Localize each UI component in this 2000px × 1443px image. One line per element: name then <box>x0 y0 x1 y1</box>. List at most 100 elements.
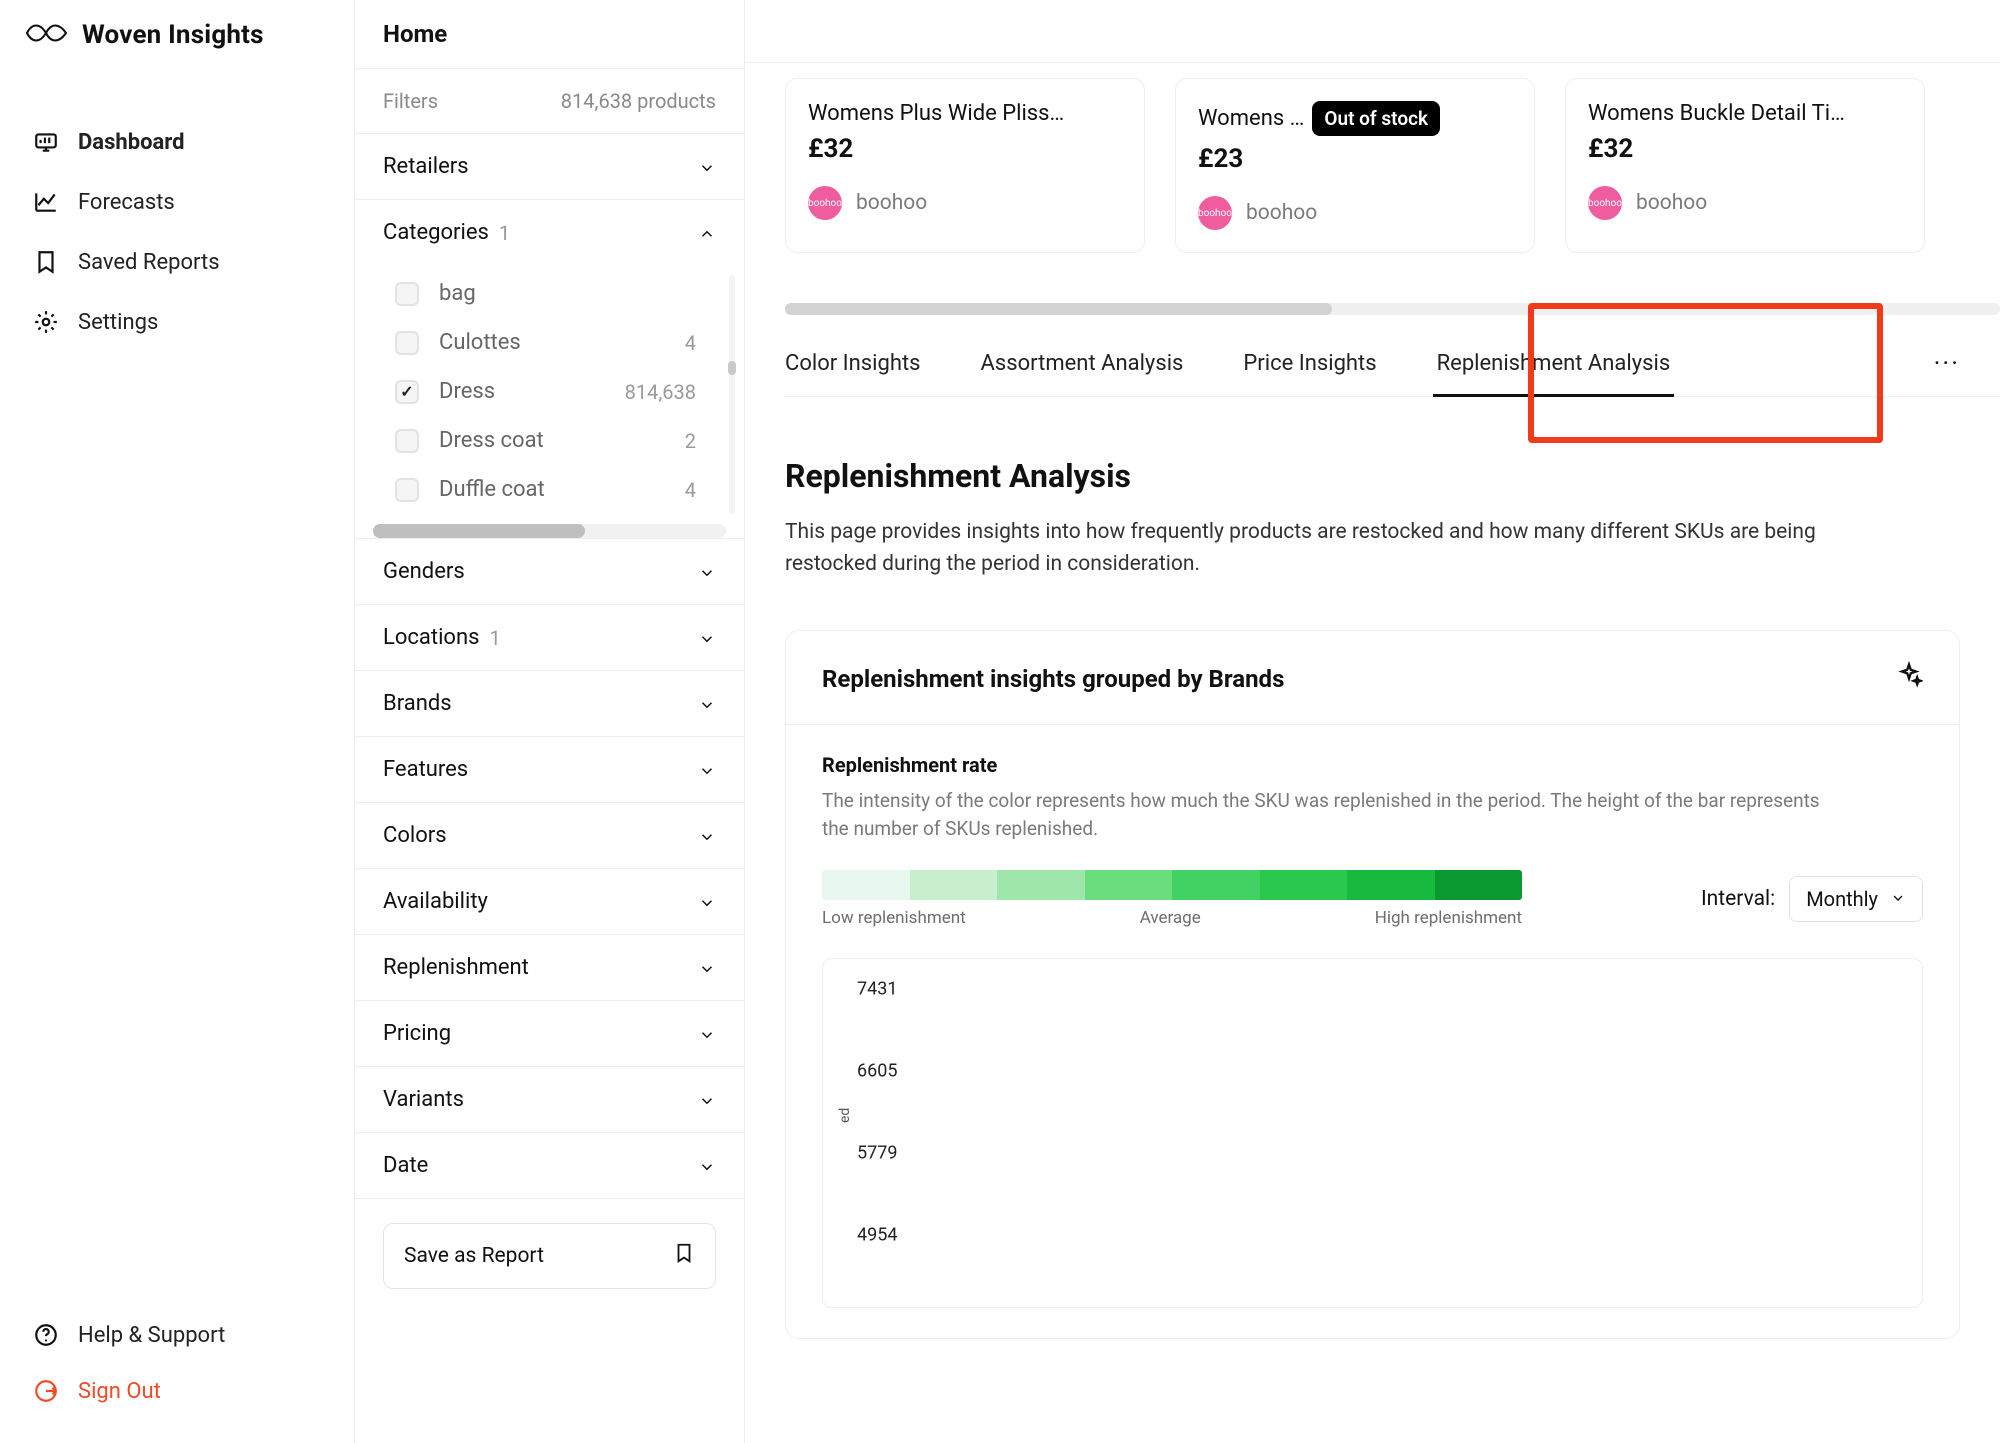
category-item-duffle-coat[interactable]: Duffle coat 4 <box>355 465 744 514</box>
chevron-down-icon <box>698 1091 716 1109</box>
tab-color-insights[interactable]: Color Insights <box>785 331 921 396</box>
product-title: Womens Buckle Detail Ti… <box>1588 101 1845 126</box>
chevron-down-icon <box>698 695 716 713</box>
nav-help[interactable]: Help & Support <box>24 1307 330 1363</box>
retailer-logo-icon: boohoo <box>1198 196 1232 230</box>
filter-brands-head[interactable]: Brands <box>355 671 744 736</box>
filter-retailers: Retailers <box>355 134 744 200</box>
category-item-culottes[interactable]: Culottes 4 <box>355 318 744 367</box>
checkbox[interactable] <box>395 331 419 355</box>
filter-categories-head[interactable]: Categories 1 <box>355 200 744 265</box>
breadcrumb-home[interactable]: Home <box>383 20 447 48</box>
replenishment-chart: 7431 6605 5779 4954 ed <box>822 958 1923 1308</box>
ai-sparkle-icon[interactable] <box>1895 661 1923 696</box>
nav-dashboard-label: Dashboard <box>78 130 185 155</box>
y-tick: 7431 <box>857 979 897 1000</box>
product-title: Womens Plus Wide Pliss… <box>808 101 1064 126</box>
retailer-logo-icon: boohoo <box>1588 186 1622 220</box>
filterbar-header: Home <box>355 0 744 69</box>
filter-features-head[interactable]: Features <box>355 737 744 802</box>
legend-row: Low replenishment Average High replenish… <box>822 870 1923 928</box>
chevron-down-icon <box>698 158 716 176</box>
gear-icon <box>32 308 60 336</box>
bookmark-icon <box>673 1242 695 1270</box>
panel-title: Replenishment insights grouped by Brands <box>822 665 1284 693</box>
nav-help-label: Help & Support <box>78 1323 225 1348</box>
filter-genders-head[interactable]: Genders <box>355 539 744 604</box>
product-retailer: boohoo boohoo <box>1198 196 1512 230</box>
dashboard-icon <box>32 128 60 156</box>
checkbox[interactable] <box>395 429 419 453</box>
filter-date-head[interactable]: Date <box>355 1133 744 1198</box>
panel-subtitle: Replenishment rate <box>822 753 1923 777</box>
category-item-dress[interactable]: Dress 814,638 <box>355 367 744 416</box>
tab-assortment-analysis[interactable]: Assortment Analysis <box>981 331 1184 396</box>
product-retailer: boohoo boohoo <box>808 186 1122 220</box>
interval-control: Interval: Monthly <box>1701 876 1923 922</box>
replenishment-panel: Replenishment insights grouped by Brands… <box>785 630 1960 1339</box>
y-axis-label-partial: ed <box>837 1108 853 1123</box>
scrollbar-track <box>729 275 735 514</box>
filter-replenishment-head[interactable]: Replenishment <box>355 935 744 1000</box>
tabs-overflow-button[interactable]: ··· <box>1934 349 1960 379</box>
filter-categories: Categories 1 bag Culottes 4 Dress <box>355 200 744 539</box>
filter-colors-head[interactable]: Colors <box>355 803 744 868</box>
y-tick: 6605 <box>857 1061 897 1082</box>
help-icon <box>32 1321 60 1349</box>
category-item-dress-coat[interactable]: Dress coat 2 <box>355 416 744 465</box>
filter-variants-head[interactable]: Variants <box>355 1067 744 1132</box>
nav-forecasts[interactable]: Forecasts <box>24 172 342 232</box>
top-rule <box>745 62 2000 63</box>
carousel-scrollbar-thumb[interactable] <box>785 303 1332 315</box>
product-title: Womens … <box>1198 106 1304 131</box>
nav-forecasts-label: Forecasts <box>78 190 175 215</box>
chevron-down-icon <box>698 563 716 581</box>
left-nav: Woven Insights Dashboard Forecasts Saved… <box>0 0 355 1443</box>
chevron-down-icon <box>698 893 716 911</box>
scrollbar-thumb[interactable] <box>728 361 736 375</box>
save-as-report-button[interactable]: Save as Report <box>383 1223 716 1289</box>
product-card[interactable]: Womens … Out of stock £23 boohoo boohoo <box>1175 78 1535 253</box>
nav-items: Dashboard Forecasts Saved Reports Settin… <box>0 82 354 352</box>
highlight-annotation <box>1528 303 1883 443</box>
chevron-down-icon <box>698 827 716 845</box>
product-card[interactable]: Womens Plus Wide Pliss… £32 boohoo booho… <box>785 78 1145 253</box>
checkbox[interactable] <box>395 478 419 502</box>
section-description: This page provides insights into how fre… <box>785 517 1835 580</box>
filter-sidebar: Home Filters 814,638 products Retailers … <box>355 0 745 1443</box>
interval-value: Monthly <box>1806 887 1878 911</box>
category-item-bag[interactable]: bag <box>355 269 744 318</box>
main-content: Womens Plus Wide Pliss… £32 boohoo booho… <box>745 0 2000 1339</box>
brand: Woven Insights <box>0 18 354 82</box>
product-card[interactable]: Womens Buckle Detail Ti… £32 boohoo booh… <box>1565 78 1925 253</box>
chevron-down-icon <box>698 629 716 647</box>
filters-summary: Filters 814,638 products <box>355 69 744 134</box>
nav-dashboard[interactable]: Dashboard <box>24 112 342 172</box>
nav-settings[interactable]: Settings <box>24 292 342 352</box>
filter-availability-head[interactable]: Availability <box>355 869 744 934</box>
nav-saved-reports-label: Saved Reports <box>78 250 220 275</box>
product-retailer: boohoo boohoo <box>1588 186 1902 220</box>
interval-label: Interval: <box>1701 887 1775 911</box>
chevron-down-icon <box>698 959 716 977</box>
chevron-up-icon <box>698 224 716 242</box>
product-cards: Womens Plus Wide Pliss… £32 boohoo booho… <box>785 78 2000 253</box>
legend-avg: Average <box>1140 908 1201 928</box>
chevron-down-icon <box>698 1157 716 1175</box>
filter-locations-head[interactable]: Locations 1 <box>355 605 744 670</box>
color-scale-gradient <box>822 870 1522 900</box>
filter-pricing-head[interactable]: Pricing <box>355 1001 744 1066</box>
nav-saved-reports[interactable]: Saved Reports <box>24 232 342 292</box>
tab-price-insights[interactable]: Price Insights <box>1243 331 1376 396</box>
horizontal-scrollbar[interactable] <box>373 524 726 538</box>
categories-list[interactable]: bag Culottes 4 Dress 814,638 Dress coat … <box>355 265 744 524</box>
chevron-down-icon <box>698 761 716 779</box>
nav-signout-label: Sign Out <box>78 1379 161 1404</box>
nav-bottom: Help & Support Sign Out <box>0 1307 354 1419</box>
filters-product-count: 814,638 products <box>561 89 716 113</box>
checkbox-checked[interactable] <box>395 380 419 404</box>
checkbox[interactable] <box>395 282 419 306</box>
nav-signout[interactable]: Sign Out <box>24 1363 330 1419</box>
interval-select[interactable]: Monthly <box>1789 876 1923 922</box>
filter-retailers-head[interactable]: Retailers <box>355 134 744 199</box>
